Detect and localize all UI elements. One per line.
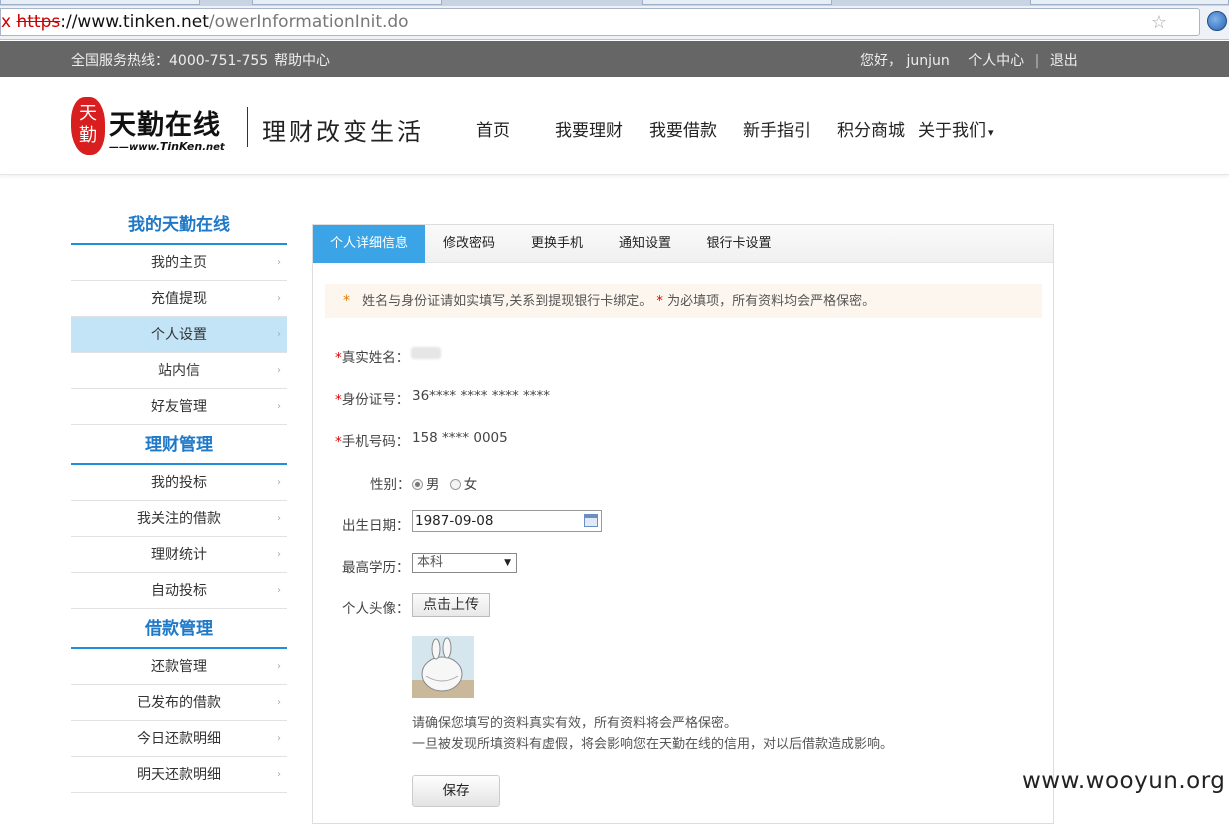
sidebar-section-title: 借款管理 bbox=[71, 609, 287, 649]
chevron-right-icon: › bbox=[277, 329, 281, 340]
browser-tab[interactable] bbox=[0, 0, 200, 5]
sidebar-item-published-loans[interactable]: 已发布的借款 › bbox=[71, 685, 287, 721]
gender-label: 性别： bbox=[370, 477, 411, 493]
dropdown-arrow-icon: ▼ bbox=[504, 558, 511, 568]
avatar-label: 个人头像： bbox=[342, 601, 410, 617]
greeting: 您好， junjun bbox=[860, 53, 950, 69]
education-select[interactable]: 本科 ▼ bbox=[412, 553, 517, 573]
sidebar-section-title: 理财管理 bbox=[71, 425, 287, 465]
sidebar-item-home[interactable]: 我的主页 › bbox=[71, 245, 287, 281]
nav-home[interactable]: 首页 bbox=[476, 116, 510, 141]
sidebar-item-messages[interactable]: 站内信 › bbox=[71, 353, 287, 389]
browser-tab[interactable] bbox=[252, 0, 442, 5]
address-bar: x https://www.tinken.net/owerInformation… bbox=[0, 6, 1229, 40]
top-info-bar: 全国服务热线：4000-751-755 帮助中心 您好， junjun 个人中心… bbox=[0, 41, 1229, 77]
url-protocol: https bbox=[16, 12, 61, 32]
tab-change-phone[interactable]: 更换手机 bbox=[521, 225, 593, 263]
chevron-right-icon: › bbox=[277, 513, 281, 524]
personal-info-panel: 个人详细信息 修改密码 更换手机 通知设置 银行卡设置 * 姓名与身份证请如实填… bbox=[312, 224, 1054, 824]
sidebar-item-friends[interactable]: 好友管理 › bbox=[71, 389, 287, 425]
notice-banner: * 姓名与身份证请如实填写,关系到提现银行卡绑定。 * 为必填项，所有资料均会严… bbox=[325, 284, 1042, 318]
logout-link[interactable]: 退出 bbox=[1050, 53, 1078, 69]
nav-invest[interactable]: 我要理财 bbox=[555, 116, 623, 141]
nav-borrow[interactable]: 我要借款 bbox=[649, 116, 717, 141]
avatar bbox=[412, 636, 474, 698]
birth-date-input[interactable]: 1987-09-08 bbox=[412, 510, 602, 532]
birth-date-label: 出生日期： bbox=[342, 518, 410, 534]
chevron-right-icon: › bbox=[277, 477, 281, 488]
browser-tab[interactable] bbox=[1030, 0, 1229, 5]
url-input[interactable]: x https://www.tinken.net/owerInformation… bbox=[0, 8, 1200, 36]
help-center-link[interactable]: 帮助中心 bbox=[274, 50, 330, 70]
url-path: /owerInformationInit.do bbox=[208, 12, 409, 32]
chevron-right-icon: › bbox=[277, 769, 281, 780]
gender-female-radio[interactable] bbox=[449, 479, 461, 490]
chevron-down-icon: ▾ bbox=[988, 126, 994, 139]
chevron-right-icon: › bbox=[277, 365, 281, 376]
phone-value: 158 **** 0005 bbox=[412, 430, 508, 446]
calendar-icon[interactable] bbox=[584, 514, 598, 527]
save-button[interactable]: 保存 bbox=[412, 775, 500, 807]
education-label: 最高学历： bbox=[342, 560, 410, 576]
sidebar-item-tomorrow-repayment[interactable]: 明天还款明细 › bbox=[71, 757, 287, 793]
asterisk-icon: * bbox=[343, 293, 350, 309]
user-links: 您好， junjun 个人中心 | 退出 bbox=[860, 50, 1078, 70]
sidebar-item-watched-loans[interactable]: 我关注的借款 › bbox=[71, 501, 287, 537]
sidebar-item-today-repayment[interactable]: 今日还款明细 › bbox=[71, 721, 287, 757]
settings-tabs: 个人详细信息 修改密码 更换手机 通知设置 银行卡设置 bbox=[313, 225, 1053, 263]
url-host: www.tinken.net bbox=[77, 12, 209, 32]
logo-url: ——www.TinKen.net bbox=[109, 140, 225, 153]
tab-notification-settings[interactable]: 通知设置 bbox=[609, 225, 681, 263]
chevron-right-icon: › bbox=[277, 697, 281, 708]
phone-label: *手机号码： bbox=[335, 434, 410, 450]
nav-about-us[interactable]: 关于我们 ▾ bbox=[918, 116, 994, 141]
gender-male-radio[interactable] bbox=[412, 479, 423, 490]
id-number-label: *身份证号： bbox=[335, 392, 410, 408]
real-name-label: *真实姓名： bbox=[335, 350, 410, 366]
false-data-warning: 一旦被发现所填资料有虚假，将会影响您在天勤在线的信用，对以后借款造成影响。 bbox=[412, 737, 894, 752]
nav-beginner-guide[interactable]: 新手指引 bbox=[743, 116, 811, 141]
personal-center-link[interactable]: 个人中心 bbox=[968, 53, 1024, 69]
slogan: 理财改变生活 bbox=[262, 118, 424, 146]
chevron-right-icon: › bbox=[277, 585, 281, 596]
real-name-value-redacted bbox=[411, 347, 441, 359]
sidebar-item-repayment[interactable]: 还款管理 › bbox=[71, 649, 287, 685]
chevron-right-icon: › bbox=[277, 257, 281, 268]
chevron-right-icon: › bbox=[277, 733, 281, 744]
chevron-right-icon: › bbox=[277, 661, 281, 672]
sidebar-section-title: 我的天勤在线 bbox=[71, 205, 287, 245]
upload-avatar-button[interactable]: 点击上传 bbox=[412, 593, 490, 617]
sidebar-item-auto-bid[interactable]: 自动投标 › bbox=[71, 573, 287, 609]
data-authenticity-note: 请确保您填写的资料真实有效，所有资料将会严格保密。 bbox=[412, 716, 738, 731]
sidebar-item-personal-settings[interactable]: 个人设置 › bbox=[71, 317, 287, 353]
tab-bank-card-settings[interactable]: 银行卡设置 bbox=[701, 225, 777, 263]
sidebar-item-recharge[interactable]: 充值提现 › bbox=[71, 281, 287, 317]
tab-change-password[interactable]: 修改密码 bbox=[433, 225, 505, 263]
globe-icon[interactable] bbox=[1207, 11, 1227, 31]
chevron-right-icon: › bbox=[277, 549, 281, 560]
logo-seal[interactable]: 天勤 bbox=[71, 97, 105, 155]
sidebar: 我的天勤在线 我的主页 › 充值提现 › 个人设置 › 站内信 › 好友管理 › 理财管理… bbox=[71, 205, 287, 793]
insecure-icon: x bbox=[1, 12, 17, 32]
site-header: 天勤 天勤在线 ——www.TinKen.net 理财改变生活 首页 我要理财 … bbox=[0, 77, 1229, 175]
sidebar-item-my-bids[interactable]: 我的投标 › bbox=[71, 465, 287, 501]
service-hotline: 全国服务热线：4000-751-755 bbox=[71, 53, 269, 69]
logo-name[interactable]: 天勤在线 bbox=[109, 103, 221, 142]
gender-options: 男 女 bbox=[412, 473, 477, 493]
tab-personal-details[interactable]: 个人详细信息 bbox=[313, 225, 425, 263]
divider: | bbox=[1034, 53, 1040, 69]
nav-points-mall[interactable]: 积分商城 bbox=[837, 116, 905, 141]
id-number-value: 36**** **** **** **** bbox=[412, 388, 551, 404]
bookmark-star-icon[interactable]: ☆ bbox=[1151, 12, 1167, 33]
chevron-right-icon: › bbox=[277, 293, 281, 304]
logo-divider bbox=[247, 107, 248, 147]
sidebar-item-invest-stats[interactable]: 理财统计 › bbox=[71, 537, 287, 573]
chevron-right-icon: › bbox=[277, 401, 281, 412]
watermark: www.wooyun.org bbox=[1022, 768, 1226, 794]
browser-tab[interactable] bbox=[642, 0, 832, 5]
